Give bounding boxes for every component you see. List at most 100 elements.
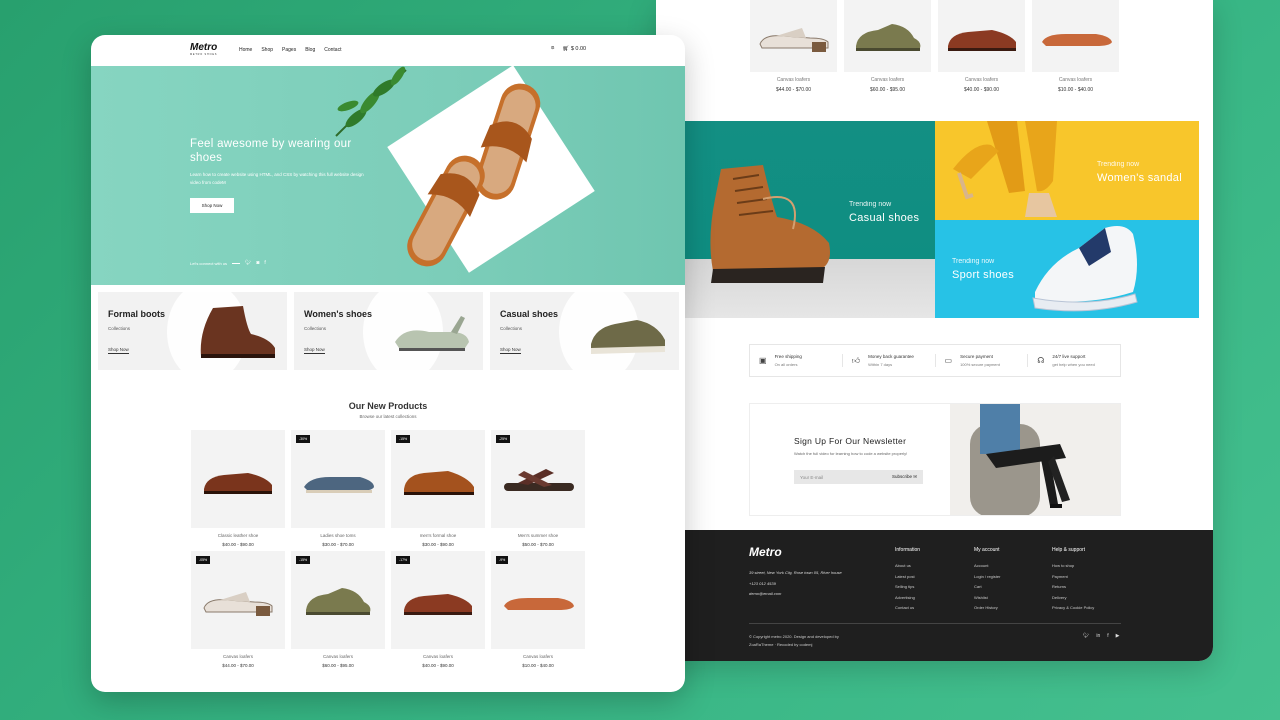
- facebook-icon[interactable]: f: [264, 260, 265, 266]
- nav-item-blog[interactable]: Blog: [305, 47, 315, 53]
- category-shop-link[interactable]: Shop Now: [304, 347, 325, 354]
- page-preview-right[interactable]: Canvas loafers $44.00 - $70.00 Canvas lo…: [656, 0, 1213, 661]
- footer-link[interactable]: Login / register: [974, 572, 1000, 583]
- nav-item-shop[interactable]: Shop: [261, 47, 273, 53]
- product-card[interactable]: Canvas loafers $10.00 - $40.00: [1032, 0, 1119, 93]
- footer-link[interactable]: About us: [895, 561, 920, 572]
- product-image[interactable]: [938, 0, 1025, 72]
- sneaker-image: [1032, 226, 1138, 312]
- hero-sandals-image: [407, 83, 541, 267]
- product-card[interactable]: Canvas loafers $44.00 - $70.00: [750, 0, 837, 93]
- product-image[interactable]: -05%: [191, 551, 285, 649]
- box-icon: ▣: [759, 356, 767, 365]
- product-image[interactable]: [844, 0, 931, 72]
- facebook-icon[interactable]: f: [1107, 633, 1108, 639]
- footer-divider: [749, 623, 1121, 624]
- footer-link[interactable]: Privacy & Cookie Policy: [1052, 603, 1094, 614]
- trending-casual-banner[interactable]: Trending now Casual shoes: [685, 121, 935, 318]
- product-card[interactable]: -25% Men's summer shoe $50.00 - $70.00: [491, 430, 585, 547]
- twitter-icon[interactable]: 🐦︎: [1083, 633, 1089, 639]
- product-image[interactable]: -17%: [391, 551, 485, 649]
- youtube-icon[interactable]: ▶: [1116, 633, 1120, 639]
- footer-link[interactable]: Account: [974, 561, 1000, 572]
- footer-logo[interactable]: Metro: [749, 545, 782, 559]
- subscribe-button[interactable]: Subscribe ✉: [892, 474, 917, 480]
- footer-link[interactable]: How to shop: [1052, 561, 1094, 572]
- category-shop-link[interactable]: Shop Now: [500, 347, 521, 354]
- newsletter-photo: [950, 404, 1120, 515]
- product-card[interactable]: Canvas loafers $40.00 - $90.00: [938, 0, 1025, 93]
- newsletter-email-input[interactable]: Your E-mail Subscribe ✉: [794, 470, 923, 484]
- nav-item-pages[interactable]: Pages: [282, 47, 296, 53]
- trending-women-banner[interactable]: Trending now Women's sandal: [935, 121, 1199, 220]
- product-name: Canvas loafers: [870, 77, 905, 83]
- product-image[interactable]: [1032, 0, 1119, 72]
- footer-link[interactable]: Returns: [1052, 582, 1094, 593]
- instagram-icon[interactable]: ◙: [256, 260, 259, 266]
- product-image[interactable]: -15%: [291, 551, 385, 649]
- product-name: Men's summer shoe: [517, 533, 559, 538]
- logo[interactable]: Metro: [190, 42, 217, 53]
- product-card[interactable]: -05% Canvas loafers $44.00 - $70.00: [191, 551, 285, 668]
- product-card[interactable]: Classic leather shoe $40.00 - $90.00: [191, 430, 285, 547]
- trending-title: Women's sandal: [1097, 172, 1182, 184]
- footer-link[interactable]: Latest post: [895, 572, 920, 583]
- category-subtitle: Collections: [500, 326, 523, 331]
- feature-title: Free shipping: [774, 354, 802, 359]
- footer-link[interactable]: Selling tips: [895, 582, 920, 593]
- product-price: $44.00 - $70.00: [222, 663, 254, 668]
- feature-sub: get help when you need: [1052, 362, 1095, 367]
- category-card-womens-shoes[interactable]: Women's shoes Collections Shop Now: [294, 292, 483, 370]
- product-price: $40.00 - $90.00: [222, 542, 254, 547]
- sneaker-image: [591, 320, 665, 354]
- product-image[interactable]: -9%: [491, 551, 585, 649]
- page-preview-left[interactable]: Metro METRO SHOES Home Shop Pages Blog C…: [91, 35, 685, 692]
- trending-women-label: Trending now Women's sandal: [1097, 161, 1182, 184]
- category-title: Formal boots: [108, 309, 166, 319]
- product-card[interactable]: Canvas loafers $60.00 - $95.00: [844, 0, 931, 93]
- linkedin-icon[interactable]: in: [1096, 633, 1100, 639]
- footer-link[interactable]: Cart: [974, 582, 1000, 593]
- footer-link[interactable]: Contact us: [895, 603, 920, 614]
- product-card[interactable]: -9% Canvas loafers $10.00 - $40.00: [491, 551, 585, 668]
- feature-title: Secure payment: [960, 354, 993, 359]
- boot-image: [200, 306, 275, 358]
- product-image[interactable]: -30%: [291, 430, 385, 528]
- product-image[interactable]: -25%: [491, 430, 585, 528]
- nav-item-contact[interactable]: Contact: [324, 47, 341, 53]
- card-icon: ▭: [944, 356, 953, 365]
- product-card[interactable]: -30% Ladies shoe toms $30.00 - $70.00: [291, 430, 385, 547]
- shop-now-button[interactable]: Shop Now: [190, 198, 234, 213]
- product-card[interactable]: -17% Canvas loafers $40.00 - $90.00: [391, 551, 485, 668]
- footer-link[interactable]: Order History: [974, 603, 1000, 614]
- category-card-casual-shoes[interactable]: Casual shoes Collections Shop Now: [490, 292, 679, 370]
- product-card[interactable]: -15% men's formal shoe $30.00 - $90.00: [391, 430, 485, 547]
- product-name: Canvas loafers: [776, 77, 811, 83]
- product-name: Canvas loafers: [522, 654, 553, 659]
- user-icon[interactable]: ⍝: [551, 45, 554, 52]
- product-price: $10.00 - $40.00: [1057, 87, 1094, 93]
- navbar: Metro METRO SHOES Home Shop Pages Blog C…: [91, 35, 685, 66]
- trending-sport-banner[interactable]: Trending now Sport shoes: [935, 220, 1199, 318]
- footer-link[interactable]: Wishlist: [974, 593, 1000, 604]
- product-name: Classic leather shoe: [217, 533, 259, 538]
- product-price: $44.00 - $70.00: [775, 87, 812, 93]
- cart-button[interactable]: 🛒︎ $ 0.00: [562, 46, 586, 52]
- category-shop-link[interactable]: Shop Now: [108, 347, 129, 354]
- footer-email: demo@email.com: [749, 591, 782, 596]
- product-image[interactable]: [750, 0, 837, 72]
- category-card-formal-boots[interactable]: Formal boots Collections Shop Now: [98, 292, 287, 370]
- product-image[interactable]: [191, 430, 285, 528]
- product-name: Canvas loafers: [422, 654, 453, 659]
- nav-item-home[interactable]: Home: [239, 47, 252, 53]
- footer-link[interactable]: Payment: [1052, 572, 1094, 583]
- footer-link[interactable]: Advertising: [895, 593, 920, 604]
- product-card[interactable]: -15% Canvas loafers $60.00 - $95.00: [291, 551, 385, 668]
- footer-link[interactable]: Delivery: [1052, 593, 1094, 604]
- connect-label: Let's connect with us: [190, 260, 228, 266]
- footer-contact: 39 street, New York City, Rose town 05, …: [749, 568, 842, 600]
- trending-casual-label: Trending now Casual shoes: [849, 201, 919, 224]
- product-image[interactable]: -15%: [391, 430, 485, 528]
- twitter-icon[interactable]: 🐦︎: [245, 260, 251, 266]
- heel-image: [395, 316, 469, 351]
